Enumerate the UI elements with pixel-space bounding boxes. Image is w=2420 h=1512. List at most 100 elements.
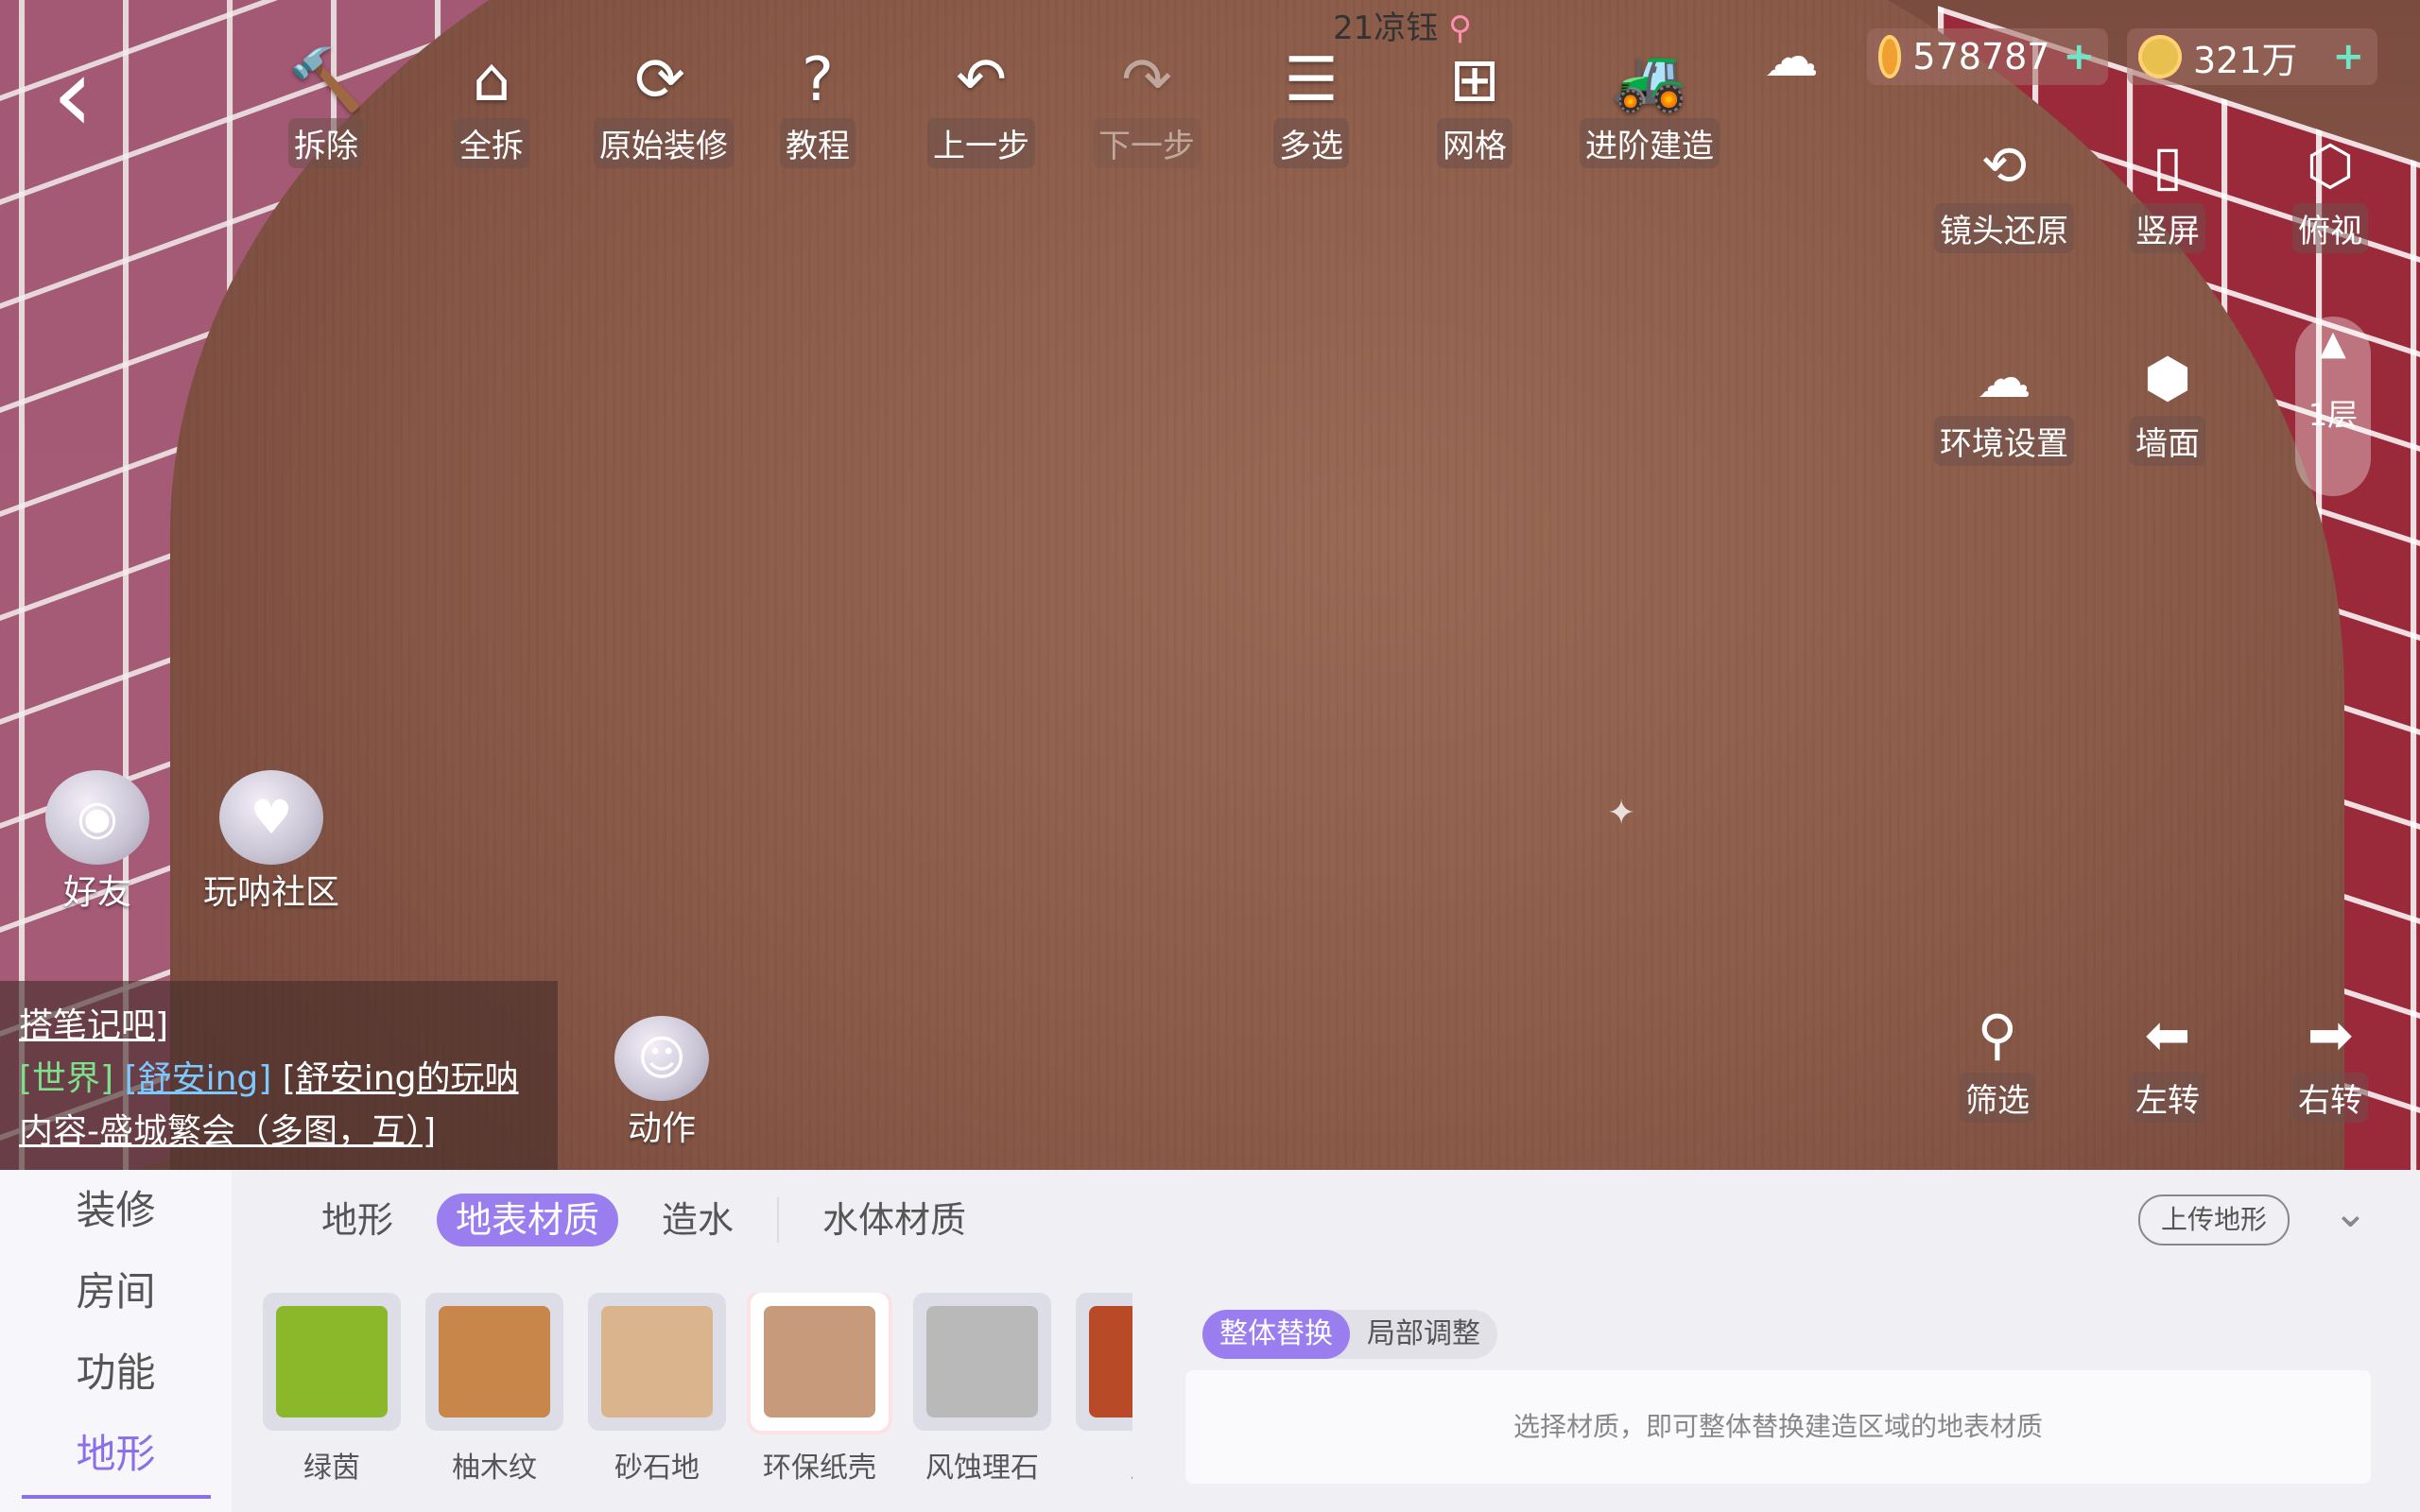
material-item[interactable]: 厚 [1076, 1293, 1132, 1486]
demolish-label: 拆除 [288, 118, 364, 168]
gold-coin-icon [2138, 35, 2182, 78]
material-item-selected[interactable]: 环保纸壳 [751, 1293, 889, 1486]
advanced-build-label: 进阶建造 [1580, 118, 1720, 168]
camera-reset-button[interactable]: ⟲ 镜头还原 [1933, 128, 2075, 253]
grid-icon: ⊞ [1449, 45, 1500, 115]
wall-cube-icon: ⬢ [2143, 346, 2192, 410]
filter-button[interactable]: ⚲ 筛选 [1927, 997, 2068, 1123]
upload-terrain-button[interactable]: 上传地形 [2138, 1194, 2290, 1246]
acorn-balance: 578787 + [1867, 28, 2108, 85]
multi-select-button[interactable]: ☰ 多选 [1250, 43, 1373, 168]
collapse-chevron-icon[interactable]: ⌄ [2333, 1189, 2368, 1237]
tab-terrain[interactable]: 地形 [302, 1194, 412, 1246]
rotate-left-button[interactable]: ⬅ 左转 [2097, 997, 2238, 1123]
filter-label: 筛选 [1960, 1073, 2035, 1123]
house-demolish-icon: ⌂ [472, 45, 511, 115]
acorn-icon [1878, 35, 1902, 78]
rotate-right-button[interactable]: ➡ 右转 [2259, 997, 2401, 1123]
weather-cloud-icon: ☁ [1764, 25, 1819, 89]
nav-function[interactable]: 功能 [0, 1332, 232, 1414]
tutorial-button[interactable]: ? 教程 [756, 43, 879, 168]
mode-replace-all[interactable]: 整体替换 [1202, 1310, 1350, 1359]
chat-message: [舒安ing的玩呐 [282, 1059, 519, 1098]
location-pin-icon: ⚲ [1448, 9, 1472, 47]
friends-icon: ◉ [45, 770, 149, 865]
original-decor-button[interactable]: ⟳ 原始装修 [594, 43, 734, 168]
redo-button[interactable]: ↷ 下一步 [1085, 43, 1208, 168]
camera-reset-label: 镜头还原 [1934, 203, 2074, 253]
gold-balance: 321万 + [2127, 28, 2377, 85]
search-icon: ⚲ [1977, 1003, 2018, 1067]
rotate-left-label: 左转 [2130, 1073, 2205, 1123]
side-nav: 装修 房间 功能 地形 [0, 1170, 232, 1512]
material-item[interactable]: 风蚀理石 [913, 1293, 1051, 1486]
tab-water[interactable]: 造水 [643, 1194, 752, 1246]
portrait-button[interactable]: ▯ 竖屏 [2097, 128, 2238, 253]
tab-water-material[interactable]: 水体材质 [804, 1194, 985, 1246]
nav-decor[interactable]: 装修 [0, 1170, 232, 1251]
grid-label: 网格 [1437, 118, 1512, 168]
material-label: 风蚀理石 [925, 1452, 1039, 1485]
arrow-left-icon: ⬅ [2144, 1003, 2191, 1067]
floor-label: 1层 [2308, 397, 2359, 433]
material-item[interactable]: 砂石地 [588, 1293, 726, 1486]
nav-terrain[interactable]: 地形 [21, 1414, 211, 1499]
action-button[interactable]: ☺ 动作 [614, 1016, 709, 1150]
material-label: 厚 [1076, 1444, 1132, 1486]
original-decor-label: 原始装修 [594, 118, 734, 168]
camera-reset-icon: ⟲ [1980, 133, 2028, 198]
undo-label: 上一步 [927, 118, 1035, 168]
hammer-icon: 🔨 [288, 45, 364, 115]
tutorial-label: 教程 [780, 118, 856, 168]
material-item[interactable]: 绿茵 [263, 1293, 401, 1486]
wall-label: 墙面 [2130, 416, 2205, 466]
weather-button[interactable]: ☁ [1720, 19, 1862, 94]
material-list: 绿茵 柚木纹 砂石地 环保纸壳 风蚀理石 厚 [263, 1293, 1132, 1501]
weather-cloud-icon: ☁ [1977, 346, 2031, 410]
chat-channel: [世界] [19, 1059, 114, 1098]
advanced-build-button[interactable]: 🚜 进阶建造 [1579, 43, 1720, 168]
floor-selector[interactable]: ▲ 1层 [2295, 317, 2371, 496]
nav-room[interactable]: 房间 [0, 1251, 232, 1332]
replace-mode-toggle: 整体替换 局部调整 [1202, 1310, 1497, 1359]
undo-button[interactable]: ↶ 上一步 [920, 43, 1043, 168]
undo-icon: ↶ [956, 45, 1007, 115]
demolish-button[interactable]: 🔨 拆除 [265, 43, 388, 168]
action-label: 动作 [627, 1109, 696, 1148]
environment-button[interactable]: ☁ 环境设置 [1933, 340, 2075, 466]
community-button[interactable]: ♥ 玩呐社区 [203, 770, 339, 914]
material-label: 环保纸壳 [763, 1452, 876, 1485]
wall-button[interactable]: ⬢ 墙面 [2097, 340, 2238, 466]
gold-amount: 321万 [2193, 39, 2298, 81]
chat-box[interactable]: 搭笔记吧] [世界] [舒安ing] [舒安ing的玩呐 内容-盛城繁会（多图，… [0, 981, 558, 1170]
demolish-all-label: 全拆 [454, 118, 529, 168]
material-item[interactable]: 柚木纹 [425, 1293, 563, 1486]
chat-user[interactable]: [舒安ing] [125, 1059, 272, 1098]
tab-surface-material[interactable]: 地表材质 [437, 1194, 619, 1246]
phone-rotate-icon: ▯ [2152, 133, 2183, 198]
mode-local-adjust[interactable]: 局部调整 [1350, 1310, 1497, 1359]
material-label: 柚木纹 [452, 1452, 537, 1485]
multi-select-label: 多选 [1273, 118, 1349, 168]
floor-up-icon[interactable]: ▲ [2295, 324, 2371, 363]
player-badge: 21凉钰 ⚲ [1333, 2, 1472, 48]
cube-icon: ⬡ [2306, 133, 2355, 198]
planet-heart-icon: ♥ [219, 770, 323, 865]
tab-divider [777, 1197, 780, 1243]
acorn-amount: 578787 [1912, 36, 2050, 77]
house-refresh-icon: ⟳ [634, 45, 685, 115]
top-view-button[interactable]: ⬡ 俯视 [2259, 128, 2401, 253]
add-gold-icon[interactable]: + [2332, 35, 2364, 78]
friends-button[interactable]: ◉ 好友 [45, 770, 149, 914]
demolish-all-button[interactable]: ⌂ 全拆 [430, 43, 553, 168]
grid-button[interactable]: ⊞ 网格 [1413, 43, 1536, 168]
redo-label: 下一步 [1093, 118, 1201, 168]
friends-label: 好友 [62, 873, 131, 912]
back-button[interactable]: ‹ [52, 43, 137, 151]
badge-text: 21凉钰 [1333, 9, 1439, 47]
redo-icon: ↷ [1121, 45, 1172, 115]
top-view-label: 俯视 [2292, 203, 2368, 253]
build-panel: 装修 房间 功能 地形 地形 地表材质 造水 水体材质 上传地形 ⌄ 绿茵 柚木… [0, 1170, 2420, 1512]
add-acorn-icon[interactable]: + [2063, 35, 2095, 78]
emote-face-icon: ☺ [614, 1016, 709, 1101]
